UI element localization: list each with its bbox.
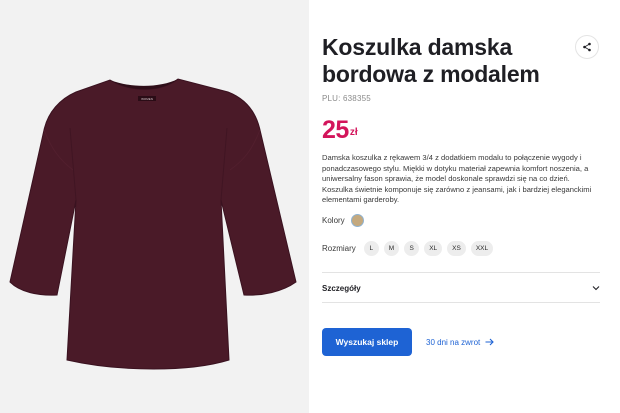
details-label: Szczegóły bbox=[322, 283, 361, 293]
chevron-down-icon bbox=[592, 286, 600, 291]
size-option-m[interactable]: M bbox=[383, 241, 400, 256]
size-option-xs[interactable]: XS bbox=[447, 241, 466, 256]
return-policy-label: 30 dni na zwrot bbox=[426, 337, 481, 347]
divider bbox=[322, 272, 600, 273]
size-option-xl[interactable]: XL bbox=[424, 241, 443, 256]
return-policy-link[interactable]: 30 dni na zwrot bbox=[426, 337, 495, 347]
share-button[interactable] bbox=[575, 35, 599, 59]
share-icon bbox=[583, 42, 591, 52]
product-description: Damska koszulka z rękawem 3/4 z dodatkie… bbox=[322, 153, 592, 205]
garment-label: WOMEN bbox=[141, 97, 153, 101]
sizes-label: Rozmiary bbox=[322, 244, 356, 253]
product-plu: PLU: 638355 bbox=[322, 94, 371, 103]
size-options: L M S XL XS XXL bbox=[363, 241, 494, 256]
product-price: 25 zł bbox=[322, 117, 358, 144]
divider bbox=[322, 302, 600, 303]
colors-row: Kolory bbox=[322, 214, 364, 227]
price-currency: zł bbox=[349, 127, 358, 138]
tshirt-image: WOMEN bbox=[9, 78, 297, 370]
details-accordion[interactable]: Szczegóły bbox=[322, 280, 600, 296]
product-title: Koszulka damska bordowa z modalem bbox=[322, 34, 540, 87]
color-swatch[interactable] bbox=[350, 214, 364, 227]
search-store-button[interactable]: Wyszukaj sklep bbox=[322, 328, 412, 356]
sizes-row: Rozmiary L M S XL XS XXL bbox=[322, 241, 494, 256]
size-option-xxl[interactable]: XXL bbox=[470, 241, 494, 256]
price-amount: 25 bbox=[322, 116, 349, 144]
size-option-l[interactable]: L bbox=[363, 241, 379, 256]
size-option-s[interactable]: S bbox=[404, 241, 420, 256]
cta-row: Wyszukaj sklep 30 dni na zwrot bbox=[322, 328, 495, 356]
arrow-right-icon bbox=[485, 338, 495, 346]
product-image: WOMEN bbox=[0, 0, 309, 413]
colors-label: Kolory bbox=[322, 216, 345, 225]
